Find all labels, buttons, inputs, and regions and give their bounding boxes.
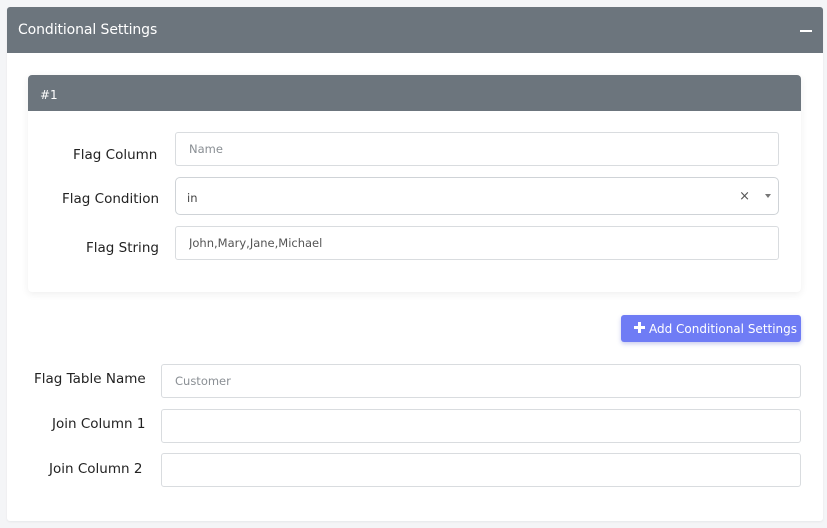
plus-icon — [634, 322, 645, 333]
add-button-label: Add Conditional Settings — [649, 322, 798, 336]
condition-card: #1 Flag Column Flag Condition in × Flag … — [28, 75, 801, 292]
condition-card-header: #1 — [28, 75, 801, 111]
flag-table-name-label: Flag Table Name — [34, 371, 146, 387]
flag-condition-label: Flag Condition — [62, 191, 160, 207]
flag-string-label: Flag String — [86, 240, 159, 256]
flag-table-name-input[interactable] — [161, 364, 801, 398]
flag-column-label: Flag Column — [73, 147, 158, 163]
join-column-1-input[interactable] — [161, 409, 801, 443]
minus-icon[interactable] — [800, 25, 812, 37]
chevron-down-icon[interactable] — [765, 194, 771, 198]
add-conditional-settings-button[interactable]: Add Conditional Settings — [621, 315, 801, 342]
flag-condition-select[interactable]: in × — [175, 177, 779, 215]
join-column-2-label: Join Column 2 — [49, 461, 143, 477]
join-column-1-label: Join Column 1 — [52, 416, 146, 432]
condition-number: #1 — [40, 88, 58, 102]
flag-column-input[interactable] — [175, 132, 779, 166]
flag-condition-value: in — [187, 191, 198, 205]
conditional-settings-panel: Conditional Settings #1 Flag Column Flag… — [7, 7, 823, 521]
clear-icon[interactable]: × — [739, 189, 750, 204]
flag-string-input[interactable] — [175, 226, 779, 260]
panel-title: Conditional Settings — [18, 22, 158, 38]
join-column-2-input[interactable] — [161, 453, 801, 487]
panel-header[interactable]: Conditional Settings — [7, 7, 823, 53]
